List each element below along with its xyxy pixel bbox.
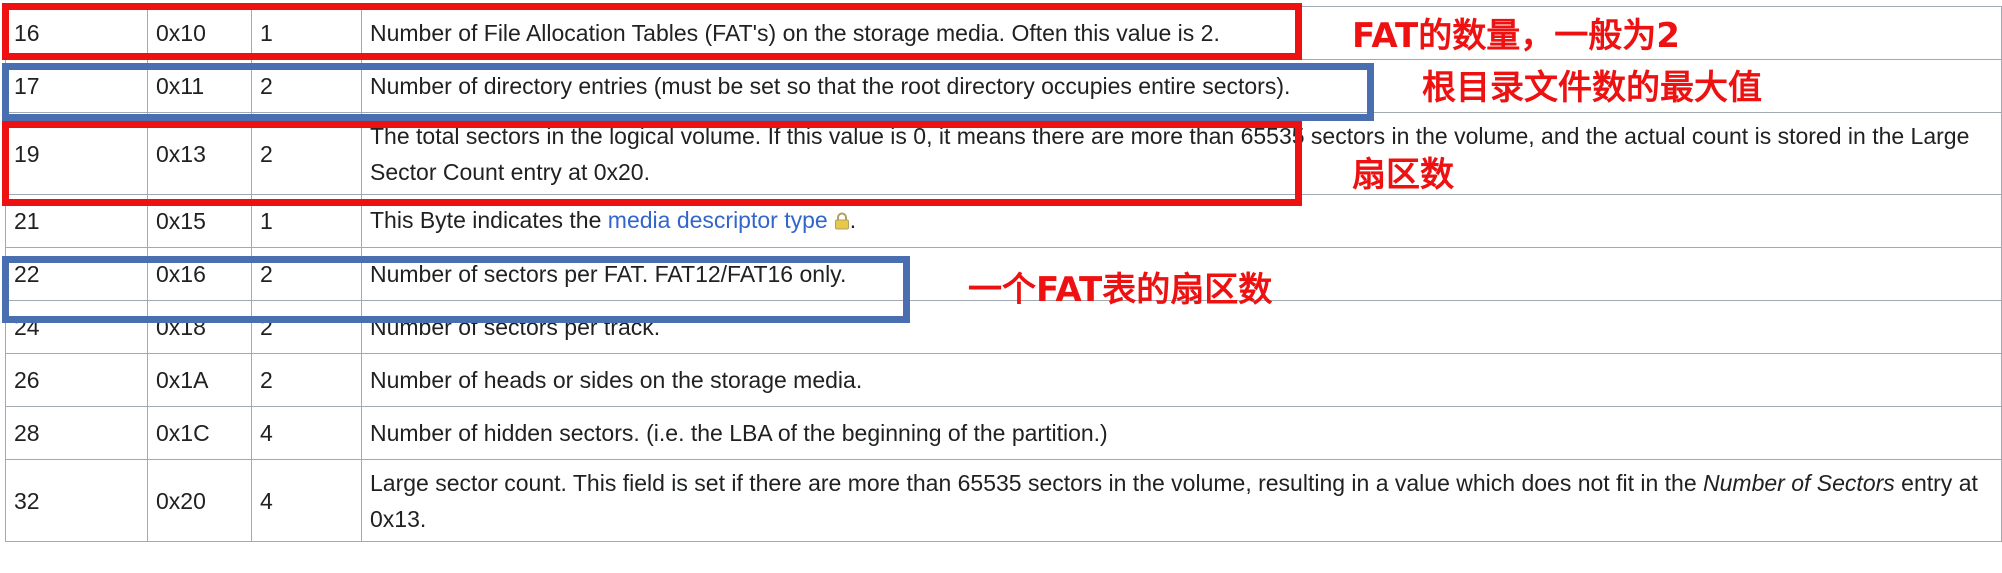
offset-dec: 32 xyxy=(5,459,148,542)
size: 4 xyxy=(251,459,362,542)
size: 2 xyxy=(251,353,362,407)
annotation-sectors-per-fat: 一个FAT表的扇区数 xyxy=(968,270,1273,310)
description-text: Large sector count. This field is set if… xyxy=(370,469,1704,496)
offset-hex: 0x1A xyxy=(147,353,252,407)
highlight-box-sectors-per-fat xyxy=(2,256,910,323)
offset-dec: 28 xyxy=(5,406,148,460)
annotation-sector-count: 扇区数 xyxy=(1352,155,1454,195)
offset-hex: 0x20 xyxy=(147,459,252,542)
description-suffix: . xyxy=(849,207,857,233)
table-row: 28 0x1C 4 Number of hidden sectors. (i.e… xyxy=(5,406,2002,460)
table-row: 26 0x1A 2 Number of heads or sides on th… xyxy=(5,353,2002,407)
annotation-root-entries: 根目录文件数的最大值 xyxy=(1422,68,1762,108)
media-descriptor-link[interactable]: media descriptor type xyxy=(608,207,828,233)
description-italic: Number of Sectors xyxy=(1703,469,1895,496)
lock-icon xyxy=(834,204,850,240)
offset-dec: 26 xyxy=(5,353,148,407)
description: Number of hidden sectors. (i.e. the LBA … xyxy=(361,406,2002,460)
offset-hex: 0x1C xyxy=(147,406,252,460)
annotation-fat-count: FAT的数量，一般为2 xyxy=(1352,16,1680,56)
highlight-box-sector-count xyxy=(2,121,1302,206)
description-text: This Byte indicates the xyxy=(370,207,608,233)
size: 4 xyxy=(251,406,362,460)
table-row: 32 0x20 4 Large sector count. This field… xyxy=(5,459,2002,542)
description: Number of heads or sides on the storage … xyxy=(361,353,2002,407)
description: Large sector count. This field is set if… xyxy=(361,459,2002,542)
highlight-box-fat-count xyxy=(2,3,1302,60)
highlight-box-root-entries xyxy=(2,63,1374,121)
